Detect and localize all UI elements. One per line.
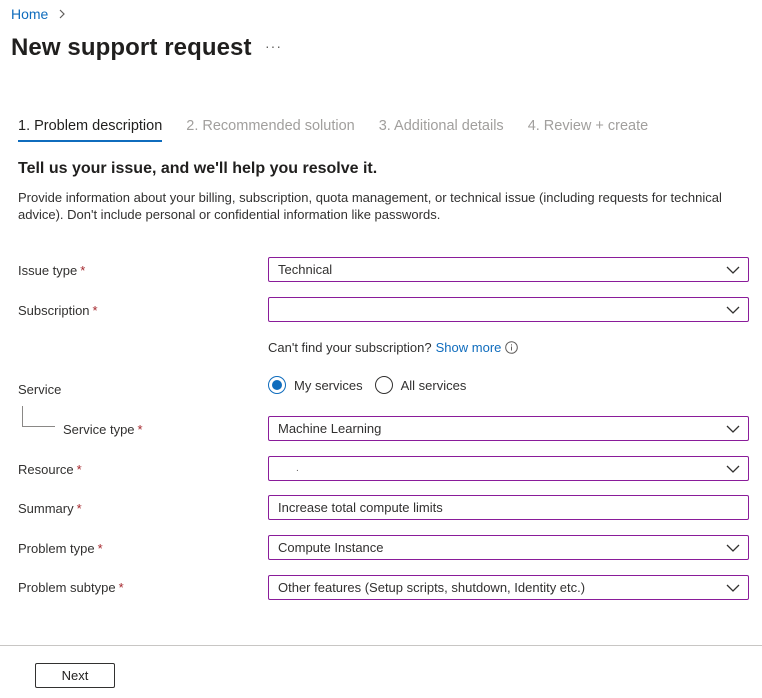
- resource-dropdown[interactable]: .: [268, 456, 749, 481]
- radio-unselected-indicator[interactable]: [374, 376, 393, 394]
- resource-label-text: Resource: [18, 462, 74, 477]
- problem-subtype-dropdown[interactable]: Other features (Setup scripts, shutdown,…: [268, 575, 749, 600]
- required-marker: *: [80, 263, 86, 278]
- issue-type-label-text: Issue type: [18, 263, 78, 278]
- tab-problem-description[interactable]: 1. Problem description: [18, 118, 163, 142]
- subscription-label: Subscription *: [18, 303, 98, 318]
- summary-label: Summary *: [18, 501, 82, 516]
- subscription-label-text: Subscription: [18, 303, 90, 318]
- chevron-down-icon: [726, 541, 740, 555]
- problem-type-label: Problem type *: [18, 541, 103, 556]
- required-marker: *: [92, 303, 98, 318]
- problem-subtype-label: Problem subtype *: [18, 580, 124, 595]
- wizard-tabs: 1. Problem description 2. Recommended so…: [18, 118, 672, 142]
- breadcrumb: Home: [11, 6, 68, 22]
- next-button[interactable]: Next: [35, 663, 115, 688]
- summary-value: Increase total compute limits: [278, 500, 443, 515]
- radio-my-services[interactable]: My services: [268, 376, 363, 394]
- required-marker: *: [76, 462, 82, 477]
- chevron-down-icon: [726, 263, 740, 277]
- chevron-down-icon: [726, 581, 740, 595]
- tab-review-create[interactable]: 4. Review + create: [528, 118, 649, 142]
- service-type-dropdown[interactable]: Machine Learning: [268, 416, 749, 441]
- tab-additional-details[interactable]: 3. Additional details: [379, 118, 504, 142]
- service-label: Service: [18, 382, 62, 397]
- chevron-down-icon: [726, 303, 740, 317]
- radio-all-services-label: All services: [400, 377, 467, 393]
- subscription-hint: Can't find your subscription? Show more: [268, 340, 519, 355]
- show-more-link[interactable]: Show more: [436, 340, 502, 355]
- problem-subtype-label-text: Problem subtype: [18, 580, 116, 595]
- issue-type-dropdown[interactable]: Technical: [268, 257, 749, 282]
- subscription-dropdown[interactable]: [268, 297, 749, 322]
- problem-type-value: Compute Instance: [278, 540, 384, 555]
- chevron-down-icon: [726, 462, 740, 476]
- radio-selected-indicator[interactable]: [268, 376, 286, 394]
- required-marker: *: [76, 501, 82, 516]
- summary-input[interactable]: Increase total compute limits: [268, 495, 749, 520]
- problem-type-label-text: Problem type: [18, 541, 95, 556]
- chevron-right-icon: [56, 8, 68, 20]
- resource-value: .: [296, 463, 299, 474]
- summary-label-text: Summary: [18, 501, 74, 516]
- service-type-value: Machine Learning: [278, 421, 382, 436]
- problem-subtype-value: Other features (Setup scripts, shutdown,…: [278, 580, 586, 595]
- section-description: Provide information about your billing, …: [18, 190, 722, 222]
- required-marker: *: [137, 422, 143, 437]
- radio-all-services[interactable]: All services: [374, 376, 467, 394]
- breadcrumb-home-link[interactable]: Home: [11, 6, 48, 22]
- problem-type-dropdown[interactable]: Compute Instance: [268, 535, 749, 560]
- radio-my-services-label: My services: [294, 377, 363, 393]
- tree-connector-line: [22, 406, 55, 427]
- service-type-label-text: Service type: [63, 422, 135, 437]
- required-marker: *: [118, 580, 124, 595]
- footer-divider: [0, 645, 762, 646]
- section-heading: Tell us your issue, and we'll help you r…: [18, 160, 378, 177]
- resource-label: Resource *: [18, 462, 82, 477]
- chevron-down-icon: [726, 422, 740, 436]
- more-options-icon[interactable]: ···: [265, 38, 282, 54]
- service-type-label: Service type *: [63, 422, 143, 437]
- issue-type-value: Technical: [278, 262, 333, 277]
- required-marker: *: [97, 541, 103, 556]
- service-radio-group: My services All services: [268, 376, 478, 394]
- info-icon[interactable]: [505, 341, 519, 354]
- page-title: New support request: [11, 34, 252, 61]
- subscription-hint-text: Can't find your subscription?: [268, 340, 432, 355]
- tab-recommended-solution[interactable]: 2. Recommended solution: [186, 118, 354, 142]
- issue-type-label: Issue type *: [18, 263, 85, 278]
